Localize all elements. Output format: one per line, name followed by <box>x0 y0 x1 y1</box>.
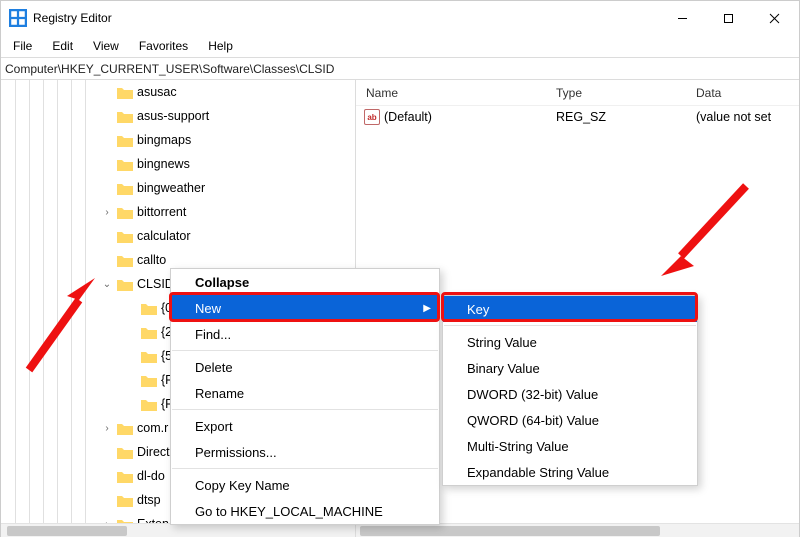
tree-node-label: bingnews <box>137 157 190 171</box>
folder-icon <box>141 398 157 411</box>
ctx-new-string[interactable]: String Value <box>443 329 697 355</box>
ctx-export[interactable]: Export <box>171 413 439 439</box>
value-data: (value not set <box>696 110 799 124</box>
tree-node-bittorrent[interactable]: › bittorrent <box>1 200 355 224</box>
folder-icon <box>117 110 133 123</box>
regedit-app-icon <box>9 9 27 27</box>
ctx-new-expandable[interactable]: Expandable String Value <box>443 459 697 485</box>
ctx-find[interactable]: Find... <box>171 321 439 347</box>
folder-icon <box>141 350 157 363</box>
minimize-button[interactable] <box>659 3 705 33</box>
maximize-button[interactable] <box>705 3 751 33</box>
folder-icon <box>117 494 133 507</box>
folder-icon <box>117 230 133 243</box>
folder-icon <box>141 374 157 387</box>
folder-icon <box>141 326 157 339</box>
ctx-goto-hklm[interactable]: Go to HKEY_LOCAL_MACHINE <box>171 498 439 524</box>
context-submenu-new: Key String Value Binary Value DWORD (32-… <box>442 295 698 486</box>
context-menu: Collapse New ▶ Find... Delete Rename Exp… <box>170 268 440 525</box>
column-header-data[interactable]: Data <box>696 86 799 100</box>
column-header-type[interactable]: Type <box>556 86 696 100</box>
menu-help[interactable]: Help <box>200 37 241 55</box>
ctx-permissions[interactable]: Permissions... <box>171 439 439 465</box>
ctx-new[interactable]: New ▶ <box>171 295 439 321</box>
ctx-new-binary[interactable]: Binary Value <box>443 355 697 381</box>
tree-node-asussupport[interactable]: asus-support <box>1 104 355 128</box>
folder-icon <box>117 86 133 99</box>
value-type: REG_SZ <box>556 110 696 124</box>
ctx-delete[interactable]: Delete <box>171 354 439 380</box>
tree-node-label: bingmaps <box>137 133 191 147</box>
ctx-new-dword[interactable]: DWORD (32-bit) Value <box>443 381 697 407</box>
column-header-name[interactable]: Name <box>356 86 556 100</box>
folder-icon <box>117 182 133 195</box>
folder-icon <box>117 422 133 435</box>
tree-node-label: dl-do <box>137 469 165 483</box>
tree-node-label: bittorrent <box>137 205 186 219</box>
ctx-rename[interactable]: Rename <box>171 380 439 406</box>
tree-node-label: CLSID <box>137 277 174 291</box>
tree-expander-icon[interactable]: › <box>101 423 113 434</box>
folder-icon <box>117 254 133 267</box>
tree-node-label: com.r <box>137 421 168 435</box>
tree-node-label: asus-support <box>137 109 209 123</box>
folder-icon <box>117 206 133 219</box>
close-button[interactable] <box>751 3 797 33</box>
folder-icon <box>141 302 157 315</box>
list-horizontal-scrollbar[interactable] <box>356 523 799 537</box>
ctx-copy-key-name[interactable]: Copy Key Name <box>171 472 439 498</box>
menu-file[interactable]: File <box>5 37 40 55</box>
tree-node-calculator[interactable]: calculator <box>1 224 355 248</box>
menu-edit[interactable]: Edit <box>44 37 81 55</box>
folder-icon <box>117 446 133 459</box>
tree-node-bingweather[interactable]: bingweather <box>1 176 355 200</box>
tree-expander-icon[interactable]: › <box>101 207 113 218</box>
tree-node-label: asusac <box>137 85 177 99</box>
tree-node-label: dtsp <box>137 493 161 507</box>
ctx-new-key[interactable]: Key <box>443 296 697 322</box>
window-title: Registry Editor <box>33 11 112 25</box>
value-name: (Default) <box>384 110 432 124</box>
list-row[interactable]: ab (Default) REG_SZ (value not set <box>356 106 799 128</box>
tree-node-label: callto <box>137 253 166 267</box>
menu-favorites[interactable]: Favorites <box>131 37 196 55</box>
tree-expander-icon[interactable]: ⌄ <box>101 279 113 290</box>
folder-icon <box>117 134 133 147</box>
tree-node-asusac[interactable]: asusac <box>1 80 355 104</box>
tree-node-bingnews[interactable]: bingnews <box>1 152 355 176</box>
ctx-new-qword[interactable]: QWORD (64-bit) Value <box>443 407 697 433</box>
ctx-collapse[interactable]: Collapse <box>171 269 439 295</box>
title-bar: Registry Editor <box>1 1 799 35</box>
ctx-new-multistring[interactable]: Multi-String Value <box>443 433 697 459</box>
tree-node-label: Direct <box>137 445 170 459</box>
menu-bar: File Edit View Favorites Help <box>1 35 799 57</box>
tree-horizontal-scrollbar[interactable] <box>1 523 355 537</box>
folder-icon <box>117 278 133 291</box>
tree-node-label: calculator <box>137 229 191 243</box>
folder-icon <box>117 158 133 171</box>
tree-node-bingmaps[interactable]: bingmaps <box>1 128 355 152</box>
tree-node-label: bingweather <box>137 181 205 195</box>
menu-view[interactable]: View <box>85 37 127 55</box>
address-text: Computer\HKEY_CURRENT_USER\Software\Clas… <box>5 62 334 76</box>
folder-icon <box>117 470 133 483</box>
string-value-icon: ab <box>364 109 380 125</box>
address-bar[interactable]: Computer\HKEY_CURRENT_USER\Software\Clas… <box>1 57 799 80</box>
submenu-arrow-icon: ▶ <box>423 303 431 314</box>
